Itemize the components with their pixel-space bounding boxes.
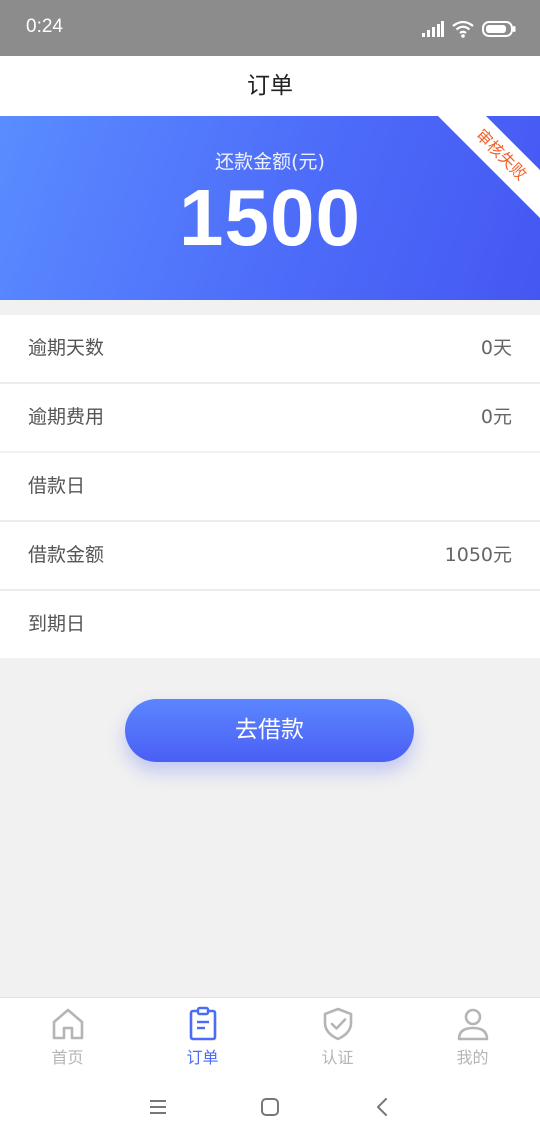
repayment-amount: 1500: [179, 173, 361, 262]
tab-home-label: 首页: [51, 1048, 84, 1067]
go-borrow-button[interactable]: 去借款: [125, 699, 414, 762]
tab-verify-label: 认证: [321, 1048, 354, 1067]
tab-order-label: 订单: [186, 1048, 219, 1067]
overdue-fee-value: 0元: [480, 406, 512, 428]
repayment-hero: 还款金额(元) 1500 审核失败: [0, 116, 540, 300]
system-navigation-bar: [0, 1073, 540, 1140]
tab-mine[interactable]: 我的: [405, 998, 540, 1074]
status-bar: 0:24: [0, 0, 540, 56]
tab-home[interactable]: 首页: [0, 998, 135, 1074]
loan-amount-row: 借款金额 1050元: [0, 522, 540, 591]
shield-check-icon: [323, 1007, 352, 1041]
signal-icon: [422, 21, 444, 37]
tab-order[interactable]: 订单: [135, 998, 270, 1074]
wifi-icon: [452, 20, 474, 38]
overdue-days-value: 0天: [480, 337, 512, 359]
loan-amount-label: 借款金额: [28, 544, 105, 566]
back-icon[interactable]: [371, 1095, 395, 1119]
due-date-row: 到期日: [0, 591, 540, 658]
home-icon: [52, 1008, 83, 1040]
overdue-fee-label: 逾期费用: [28, 406, 105, 428]
loan-amount-value: 1050元: [444, 544, 512, 566]
loan-date-label: 借款日: [28, 475, 86, 497]
status-icons: [422, 17, 516, 41]
overdue-section: 逾期天数 0天 逾期费用 0元: [0, 315, 540, 451]
status-time: 0:24: [26, 16, 63, 37]
user-icon: [457, 1008, 488, 1041]
order-clipboard-icon: [189, 1006, 216, 1041]
home-square-icon[interactable]: [258, 1095, 282, 1119]
page-title: 订单: [247, 73, 293, 99]
overdue-fee-row: 逾期费用 0元: [0, 384, 540, 451]
loan-date-row: 借款日: [0, 453, 540, 522]
battery-icon: [482, 21, 516, 37]
overdue-days-label: 逾期天数: [28, 337, 105, 359]
overdue-days-row: 逾期天数 0天: [0, 315, 540, 384]
due-date-label: 到期日: [28, 613, 86, 635]
tab-verify[interactable]: 认证: [270, 998, 405, 1074]
repayment-amount-label: 还款金额(元): [215, 151, 325, 173]
bottom-tab-bar: 首页 订单 认证 我的: [0, 997, 540, 1074]
nav-bar: 订单: [0, 56, 540, 116]
loan-section: 借款日 借款金额 1050元 到期日: [0, 453, 540, 658]
tab-mine-label: 我的: [456, 1048, 489, 1067]
menu-icon[interactable]: [146, 1095, 170, 1119]
